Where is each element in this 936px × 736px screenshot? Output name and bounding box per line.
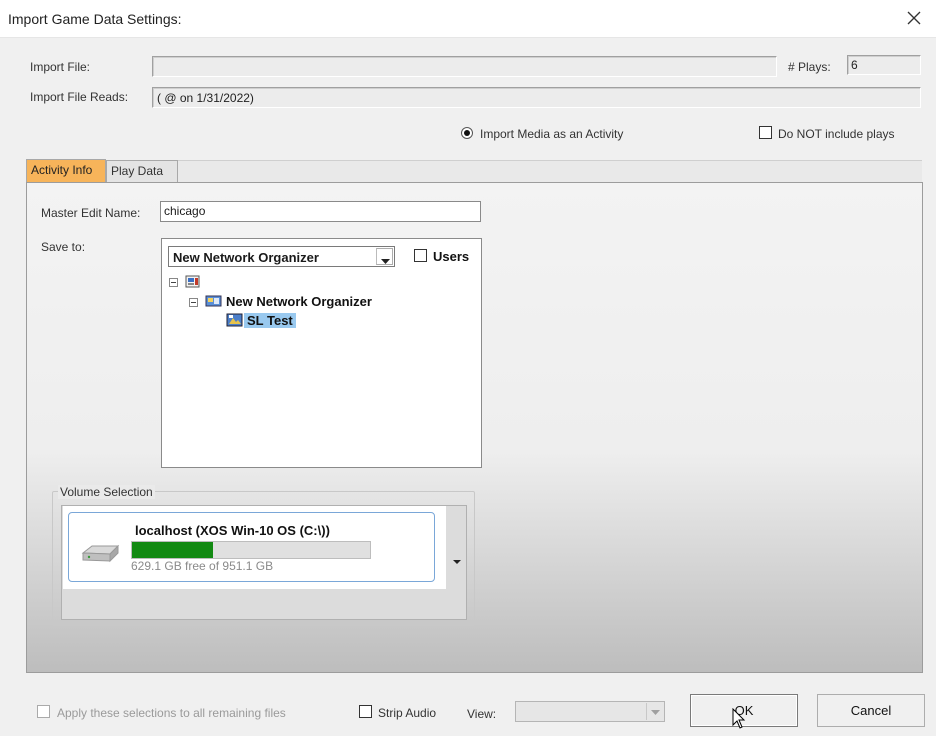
strip-audio-label: Strip Audio <box>378 706 437 720</box>
volume-usage-bar <box>131 541 371 559</box>
apply-all-label: Apply these selections to all remaining … <box>57 706 286 720</box>
volume-name: localhost (XOS Win-10 OS (C:\)) <box>135 523 330 538</box>
volume-free-text: 629.1 GB free of 951.1 GB <box>131 559 274 573</box>
window-title: Import Game Data Settings: <box>8 11 182 27</box>
organizer-combo-value: New Network Organizer <box>173 250 319 265</box>
users-label: Users <box>433 249 470 264</box>
save-to-tree-box <box>161 238 482 468</box>
apply-all-checkbox[interactable] <box>37 705 50 718</box>
import-reads-label: Import File Reads: <box>30 90 129 104</box>
plays-label: # Plays: <box>788 60 831 74</box>
no-plays-checkbox[interactable] <box>759 126 772 139</box>
tree-child-label[interactable]: New Network Organizer <box>226 294 372 309</box>
import-file-field <box>152 56 777 77</box>
view-label: View: <box>467 707 497 721</box>
import-file-label: Import File: <box>30 60 91 74</box>
view-combo[interactable] <box>515 701 665 722</box>
volume-selection-title: Volume Selection <box>58 485 155 499</box>
strip-audio-checkbox[interactable] <box>359 705 372 718</box>
tree-leaf-label[interactable]: SL Test <box>244 313 296 328</box>
import-media-radio[interactable] <box>461 127 473 139</box>
mouse-cursor-icon <box>732 707 746 730</box>
organizer-combo[interactable]: New Network Organizer <box>168 246 395 267</box>
hard-drive-icon <box>80 541 120 565</box>
tree-root-expander[interactable] <box>169 278 178 287</box>
cancel-button[interactable]: Cancel <box>817 694 925 727</box>
plays-field: 6 <box>847 55 921 75</box>
tab-strip <box>178 160 922 182</box>
tab-play-data[interactable]: Play Data <box>106 160 178 182</box>
organizer-icon <box>205 294 222 308</box>
tab-activity-info[interactable]: Activity Info <box>26 159 106 183</box>
volume-usage-fill <box>132 542 213 558</box>
tree-child-expander[interactable] <box>189 298 198 307</box>
server-icon <box>185 275 201 289</box>
chevron-down-icon[interactable] <box>452 556 462 566</box>
no-plays-label: Do NOT include plays <box>778 127 895 141</box>
import-media-label: Import Media as an Activity <box>480 127 624 141</box>
title-bar: Import Game Data Settings: <box>0 0 936 38</box>
chevron-down-icon[interactable] <box>646 703 663 720</box>
users-checkbox[interactable] <box>414 249 427 262</box>
chevron-down-icon[interactable] <box>376 248 393 265</box>
save-to-label: Save to: <box>41 240 86 254</box>
activity-icon <box>226 313 243 327</box>
close-icon[interactable] <box>902 6 926 30</box>
master-edit-label: Master Edit Name: <box>41 206 141 220</box>
master-edit-input[interactable]: chicago <box>160 201 481 222</box>
import-reads-field: ( @ on 1/31/2022) <box>152 87 921 108</box>
